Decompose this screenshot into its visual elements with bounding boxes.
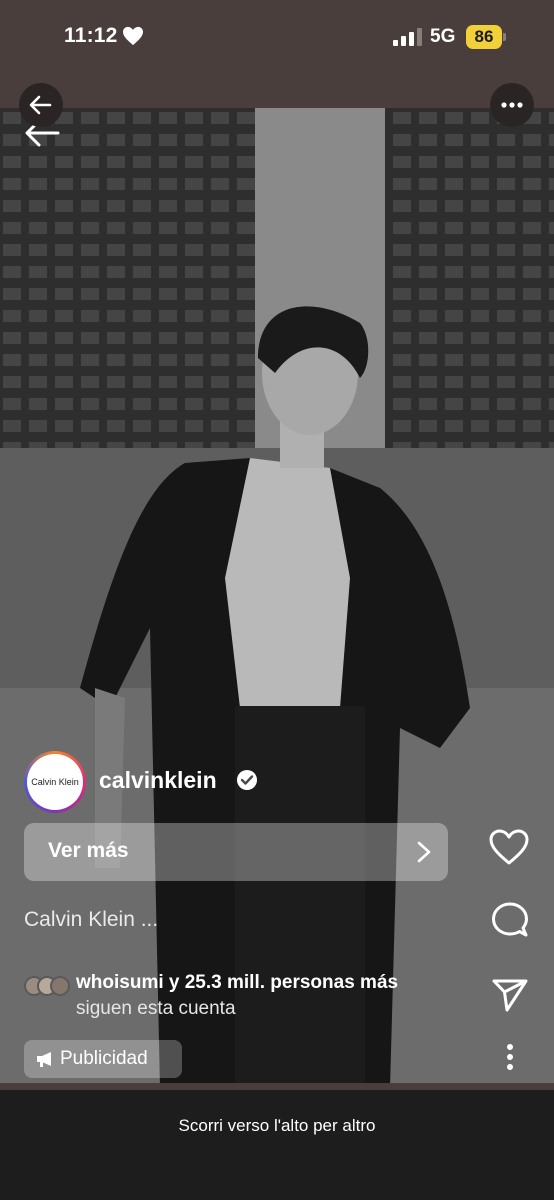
followers-text: whoisumi y 25.3 mill. personas más	[76, 972, 399, 993]
battery-indicator: 86	[466, 25, 502, 49]
sponsored-badge[interactable]: Publicidad	[24, 1040, 182, 1078]
reel-scene-image	[0, 108, 554, 1083]
reel-video[interactable]: Calvin Klein calvinklein Ver más Calvin …	[0, 108, 554, 1083]
reel-caption[interactable]: Calvin Klein ...	[24, 908, 158, 932]
back-arrow-icon	[29, 95, 52, 115]
account-avatar-logo: Calvin Klein	[27, 754, 83, 810]
status-time: 11:12	[64, 24, 118, 47]
more-options-icon[interactable]	[506, 1043, 514, 1071]
follower-avatars	[24, 976, 72, 996]
close-viewer-button[interactable]	[19, 83, 63, 127]
megaphone-icon	[37, 1052, 51, 1067]
heart-icon[interactable]	[488, 828, 530, 866]
bottom-hint-bar[interactable]: Scorri verso l'alto per altro	[0, 1090, 554, 1200]
share-icon[interactable]	[492, 978, 528, 1012]
followers-subtext: siguen esta cuenta	[76, 998, 236, 1019]
heart-status-icon	[123, 26, 143, 46]
account-row[interactable]: Calvin Klein calvinklein	[24, 751, 344, 813]
status-bar: 11:12 5G 86	[0, 0, 554, 80]
viewer-more-button[interactable]	[490, 83, 534, 127]
network-type: 5G	[430, 26, 456, 47]
account-avatar[interactable]: Calvin Klein	[24, 751, 86, 813]
ellipsis-icon	[501, 102, 523, 108]
cellular-signal-icon	[393, 28, 422, 46]
chevron-right-icon	[417, 841, 431, 863]
account-username[interactable]: calvinklein	[99, 767, 217, 794]
verified-badge-icon	[237, 770, 257, 790]
comment-icon[interactable]	[490, 901, 530, 941]
ver-mas-button[interactable]: Ver más	[24, 823, 448, 881]
battery-tip	[503, 33, 506, 41]
swipe-up-hint: Scorri verso l'alto per altro	[178, 1116, 376, 1135]
sponsored-label: Publicidad	[60, 1048, 148, 1069]
ver-mas-label: Ver más	[48, 839, 129, 862]
